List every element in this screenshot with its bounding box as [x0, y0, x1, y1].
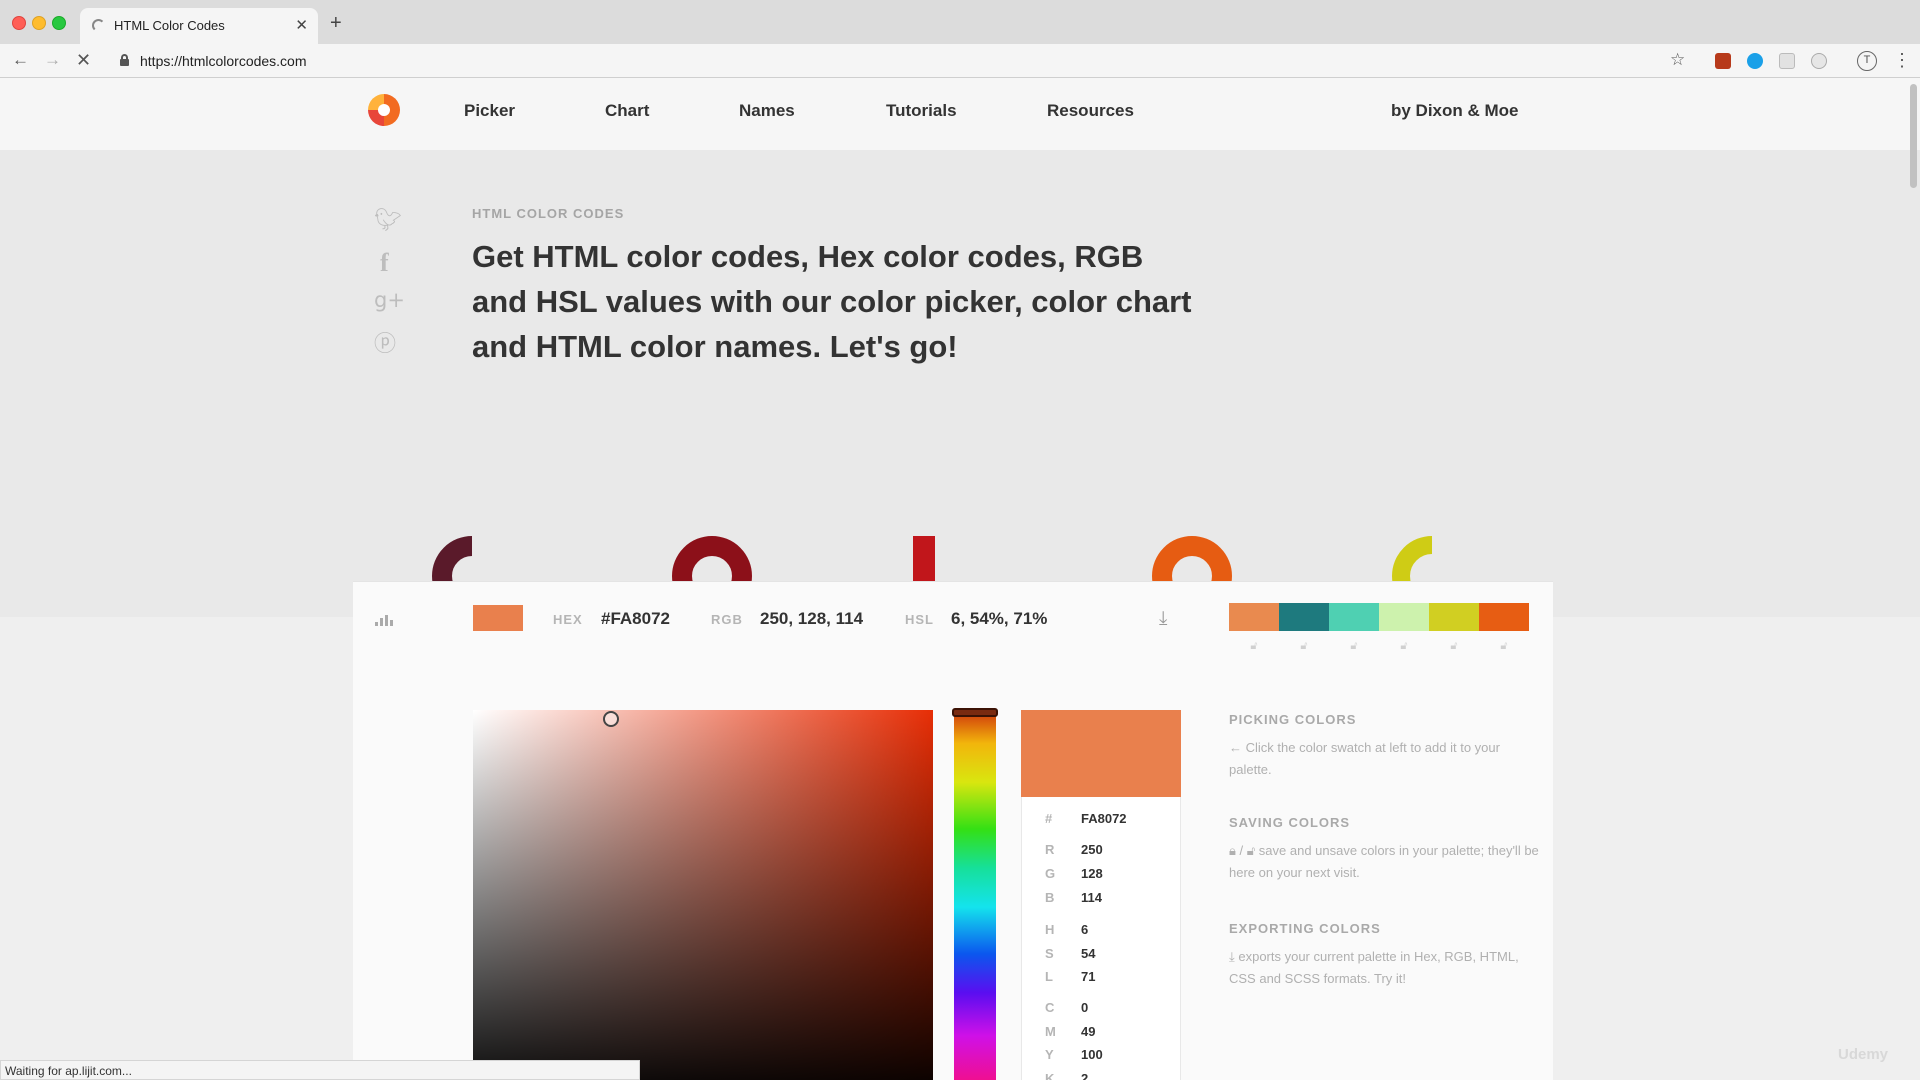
pinterest-icon[interactable]: ⓟ	[374, 326, 396, 358]
detail-m-value[interactable]: 49	[1081, 1024, 1095, 1039]
url-field[interactable]: https://htmlcolorcodes.com	[140, 53, 307, 69]
detail-k-value[interactable]: 2	[1081, 1071, 1088, 1080]
google-plus-icon[interactable]: g+	[374, 288, 405, 312]
extension-icon[interactable]	[1779, 53, 1795, 69]
twitter-icon[interactable]: 🐦︎	[374, 208, 402, 233]
help-exporting-text: exports your current palette in Hex, RGB…	[1229, 949, 1519, 986]
unlock-icon[interactable]: 🔓︎	[1379, 640, 1429, 653]
nav-tutorials[interactable]: Tutorials	[886, 101, 957, 121]
hero-section: 🐦︎ f g+ ⓟ HTML COLOR CODES Get HTML colo…	[0, 150, 1920, 617]
chart-bars-icon[interactable]	[375, 612, 397, 626]
close-window-button[interactable]	[12, 16, 26, 30]
nav-resources[interactable]: Resources	[1047, 101, 1134, 121]
hsl-label: HSL	[905, 612, 934, 627]
unlock-icon[interactable]: 🔓︎	[1279, 640, 1329, 653]
nav-byline[interactable]: by Dixon & Moe	[1391, 101, 1519, 121]
stop-loading-icon[interactable]: ✕	[76, 50, 91, 71]
bookmark-star-icon[interactable]: ☆	[1670, 50, 1685, 70]
hero-eyebrow: HTML COLOR CODES	[472, 206, 625, 221]
detail-c-value[interactable]: 0	[1081, 1000, 1088, 1015]
hero-headline: Get HTML color codes, Hex color codes, R…	[472, 239, 1192, 364]
forward-arrow-icon[interactable]: →	[44, 50, 61, 70]
detail-hex-value[interactable]: FA8072	[1081, 811, 1127, 826]
profile-avatar[interactable]: T	[1857, 51, 1877, 71]
current-color-swatch[interactable]	[473, 605, 523, 631]
detail-g-value[interactable]: 128	[1081, 866, 1103, 881]
detail-b-value[interactable]: 114	[1081, 890, 1102, 905]
help-picking-title: PICKING COLORS	[1229, 712, 1357, 727]
color-picker-card: HEX #FA8072 RGB 250, 128, 114 HSL 6, 54%…	[353, 581, 1553, 1080]
help-picking: PICKING COLORS ← Click the color swatch …	[1229, 712, 1539, 781]
back-arrow-icon[interactable]: ←	[12, 50, 29, 70]
facebook-icon[interactable]: f	[380, 248, 389, 278]
extension-icon[interactable]	[1715, 53, 1731, 69]
unlock-icon[interactable]: 🔓︎	[1429, 640, 1479, 653]
hex-value[interactable]: #FA8072	[601, 609, 670, 629]
palette-swatch[interactable]	[1379, 603, 1429, 631]
help-saving-title: SAVING COLORS	[1229, 815, 1351, 830]
color-details-panel: # FA8072 R 250 G 128 B 114 H6 S 54 L 71 C0 M 49…	[1021, 797, 1181, 1080]
help-saving: SAVING COLORS 🔒︎ / 🔓︎ save and unsave co…	[1229, 815, 1539, 884]
minimize-window-button[interactable]	[32, 16, 46, 30]
watermark-logo: Udemy	[1838, 1046, 1889, 1063]
detail-l-value[interactable]: 71	[1081, 969, 1095, 984]
site-logo[interactable]	[368, 94, 400, 126]
page-scrollbar[interactable]	[1910, 84, 1917, 188]
status-bar: Waiting for ap.lijit.com...	[0, 1060, 640, 1080]
web-page: Picker Chart Names Tutorials Resources b…	[0, 78, 1920, 1080]
hsl-value[interactable]: 6, 54%, 71%	[951, 609, 1047, 629]
browser-menu-icon[interactable]: ⋮	[1893, 50, 1911, 71]
new-tab-button[interactable]: +	[330, 12, 342, 35]
loading-spinner-icon	[92, 19, 105, 32]
palette-swatch[interactable]	[1429, 603, 1479, 631]
palette-lock-row: 🔓︎ 🔓︎ 🔓︎ 🔓︎ 🔓︎ 🔓︎	[1229, 640, 1529, 653]
extension-icon[interactable]	[1747, 53, 1763, 69]
rgb-value[interactable]: 250, 128, 114	[760, 609, 863, 629]
lock-unlock-icon: 🔒︎ / 🔓︎	[1229, 843, 1259, 858]
hue-slider-handle[interactable]	[952, 708, 998, 717]
help-exporting-title: EXPORTING COLORS	[1229, 921, 1381, 936]
color-selector-handle[interactable]	[603, 711, 619, 727]
detail-r-value[interactable]: 250	[1081, 842, 1103, 857]
color-preview[interactable]	[1021, 710, 1181, 797]
nav-names[interactable]: Names	[739, 101, 795, 121]
palette-swatch[interactable]	[1229, 603, 1279, 631]
maximize-window-button[interactable]	[52, 16, 66, 30]
browser-chrome: HTML Color Codes ✕ + ← → ✕ https://htmlc…	[0, 0, 1920, 78]
hex-label: HEX	[553, 612, 583, 627]
help-saving-text: save and unsave colors in your palette; …	[1229, 843, 1539, 880]
detail-h-value[interactable]: 6	[1081, 922, 1088, 937]
help-picking-text: Click the color swatch at left to add it…	[1229, 740, 1500, 777]
unlock-icon[interactable]: 🔓︎	[1229, 640, 1279, 653]
browser-tab[interactable]: HTML Color Codes ✕	[80, 8, 318, 44]
site-header: Picker Chart Names Tutorials Resources b…	[0, 78, 1920, 150]
hue-slider[interactable]	[954, 712, 996, 1080]
lock-icon	[120, 54, 129, 66]
extension-icon[interactable]	[1811, 53, 1827, 69]
download-icon: ⤓	[1229, 949, 1239, 964]
nav-chart[interactable]: Chart	[605, 101, 649, 121]
tab-bar: HTML Color Codes ✕ +	[0, 0, 1920, 44]
unlock-icon[interactable]: 🔓︎	[1479, 640, 1529, 653]
palette-swatch[interactable]	[1329, 603, 1379, 631]
unlock-icon[interactable]: 🔓︎	[1329, 640, 1379, 653]
tab-title: HTML Color Codes	[114, 18, 225, 33]
close-tab-icon[interactable]: ✕	[295, 16, 308, 34]
color-palette	[1229, 603, 1529, 631]
saturation-lightness-area[interactable]	[473, 710, 933, 1080]
nav-picker[interactable]: Picker	[464, 101, 515, 121]
detail-y-value[interactable]: 100	[1081, 1047, 1103, 1062]
arrow-left-icon: ←	[1229, 740, 1246, 755]
palette-swatch[interactable]	[1279, 603, 1329, 631]
address-bar: ← → ✕ https://htmlcolorcodes.com ☆ T ⋮	[0, 44, 1920, 78]
detail-s-value[interactable]: 54	[1081, 946, 1095, 961]
rgb-label: RGB	[711, 612, 743, 627]
download-icon[interactable]: ⤓	[1159, 608, 1167, 630]
help-exporting: EXPORTING COLORS ⤓ exports your current …	[1229, 921, 1539, 990]
palette-swatch[interactable]	[1479, 603, 1529, 631]
